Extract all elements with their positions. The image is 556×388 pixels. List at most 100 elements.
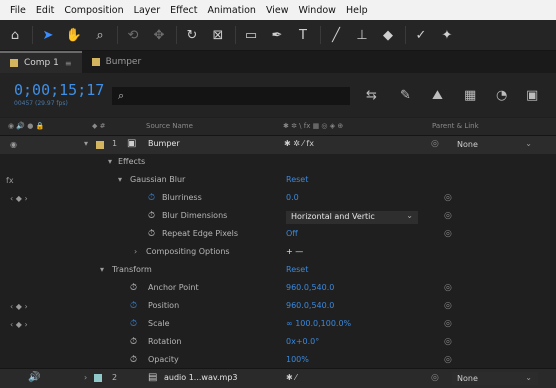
menu-layer[interactable]: Layer [134, 5, 161, 16]
hand-tool-icon[interactable]: ✋ [63, 24, 85, 46]
pick-whip-icon[interactable]: ◎ [444, 283, 452, 293]
layer-label-color[interactable] [94, 374, 102, 382]
effect-fx-icon[interactable]: fx [6, 176, 14, 185]
menu-help[interactable]: Help [346, 5, 368, 16]
draft-3d-icon[interactable]: ✎ [400, 88, 411, 103]
keyframe-navigator-icons[interactable]: ‹ ◆ › [10, 302, 28, 311]
menu-edit[interactable]: Edit [36, 5, 54, 16]
menu-view[interactable]: View [266, 5, 289, 16]
parent-link-column[interactable]: Parent & Link [432, 122, 479, 130]
type-tool-icon[interactable]: T [292, 24, 314, 46]
camera-tool-icon[interactable]: ⊠ [207, 24, 229, 46]
reset-link[interactable]: Reset [286, 265, 308, 274]
clone-stamp-tool-icon[interactable]: ⊥ [351, 24, 373, 46]
rotate-tool-icon[interactable]: ↻ [181, 24, 203, 46]
stopwatch-icon[interactable]: ⏱ [148, 193, 155, 203]
audio-speaker-icon[interactable]: 🔊 [28, 372, 40, 383]
roto-brush-tool-icon[interactable]: ✓ [410, 24, 432, 46]
frame-blending-icon[interactable]: ▦ [464, 88, 476, 103]
menu-file[interactable]: File [10, 5, 26, 16]
expand-twirl-icon[interactable]: ▾ [84, 139, 88, 148]
expand-twirl-icon[interactable]: ▾ [100, 265, 104, 274]
property-value[interactable]: 960.0,540.0 [286, 301, 334, 310]
layer-row-bumper[interactable]: ◉ ▾ 1 ▣ Bumper ✱ ✲ ⁄ fx ◎ None ⌄ [0, 136, 556, 154]
selection-tool-icon[interactable]: ➤ [37, 24, 59, 46]
property-value[interactable]: 960.0,540.0 [286, 283, 334, 292]
pick-whip-icon[interactable]: ◎ [444, 211, 452, 221]
menu-composition[interactable]: Composition [64, 5, 123, 16]
property-value[interactable]: ∞ 100.0,100.0% [286, 319, 351, 328]
search-input[interactable]: ⌕ [112, 87, 350, 105]
property-value[interactable]: 0.0 [286, 193, 299, 202]
layer-name[interactable]: audio 1...wav.mp3 [164, 373, 238, 382]
transform-group-row[interactable]: ▾ Transform Reset [0, 262, 556, 280]
reset-link[interactable]: Reset [286, 175, 308, 184]
property-row-position[interactable]: ‹ ◆ › ⏱ Position 960.0,540.0 ◎ [0, 298, 556, 316]
puppet-pin-tool-icon[interactable]: ✦ [436, 24, 458, 46]
layer-row-audio[interactable]: 🔊 › 2 ▤ audio 1...wav.mp3 ✱ ⁄ ◎ None ⌄ [0, 368, 556, 388]
tab-menu-icon[interactable]: ≡ [65, 59, 72, 68]
property-row-anchor-point[interactable]: ⏱ Anchor Point 960.0,540.0 ◎ [0, 280, 556, 298]
rectangle-tool-icon[interactable]: ▭ [240, 24, 262, 46]
motion-blur-icon[interactable]: ◔ [496, 88, 507, 103]
stopwatch-icon[interactable]: ⏱ [130, 319, 137, 329]
property-value[interactable]: 100% [286, 355, 309, 364]
tab-comp-1[interactable]: Comp 1 ≡ [0, 51, 82, 73]
blur-dimensions-dropdown[interactable]: Horizontal and Vertic ⌄ [286, 211, 418, 224]
expand-twirl-icon[interactable]: ▾ [118, 175, 122, 184]
pick-whip-icon[interactable]: ◎ [444, 193, 452, 203]
add-remove-mask-controls[interactable]: + — [286, 247, 303, 256]
effect-row-gaussian-blur[interactable]: fx ▾ Gaussian Blur Reset [0, 172, 556, 190]
menu-animation[interactable]: Animation [208, 5, 256, 16]
menu-window[interactable]: Window [298, 5, 335, 16]
property-value[interactable]: Off [286, 229, 298, 238]
expand-twirl-icon[interactable]: › [84, 373, 87, 382]
layer-switches-icons[interactable]: ✱ ⁄ [286, 373, 297, 382]
pick-whip-icon[interactable]: ◎ [431, 373, 439, 383]
stopwatch-icon[interactable]: ⏱ [130, 301, 137, 311]
current-time-display[interactable]: 0;00;15;17 [14, 81, 104, 99]
pick-whip-icon[interactable]: ◎ [431, 139, 439, 149]
tab-bumper[interactable]: Bumper [82, 51, 152, 73]
layer-switches-icons[interactable]: ✱ ✲ ⁄ fx [284, 139, 314, 148]
property-row-blurriness[interactable]: ‹ ◆ › ⏱ Blurriness 0.0 ◎ [0, 190, 556, 208]
keyframe-navigator-icons[interactable]: ‹ ◆ › [10, 320, 28, 329]
pick-whip-icon[interactable]: ◎ [444, 337, 452, 347]
menu-effect[interactable]: Effect [170, 5, 197, 16]
shy-layers-icon[interactable]: ⛰ [432, 88, 443, 103]
stopwatch-icon[interactable]: ⏱ [130, 337, 137, 347]
brush-tool-icon[interactable]: ╱ [325, 24, 347, 46]
parent-dropdown[interactable]: None ⌄ [452, 138, 538, 151]
comp-flowchart-icon[interactable]: ⇆ [366, 88, 377, 103]
source-name-column[interactable]: Source Name [146, 122, 193, 130]
effects-group-row[interactable]: ▾ Effects [0, 154, 556, 172]
stopwatch-icon[interactable]: ⏱ [148, 229, 155, 239]
visibility-toggle-icon[interactable]: ◉ [10, 140, 17, 149]
pen-tool-icon[interactable]: ✒ [266, 24, 288, 46]
layer-name[interactable]: Bumper [148, 139, 180, 148]
orbit-tool-icon[interactable]: ⟲ [122, 24, 144, 46]
pick-whip-icon[interactable]: ◎ [444, 355, 452, 365]
pan-behind-tool-icon[interactable]: ✥ [148, 24, 170, 46]
expand-twirl-icon[interactable]: › [134, 247, 137, 256]
parent-dropdown[interactable]: None ⌄ [452, 372, 538, 385]
pick-whip-icon[interactable]: ◎ [444, 229, 452, 239]
stopwatch-icon[interactable]: ⏱ [130, 283, 137, 293]
property-row-rotation[interactable]: ⏱ Rotation 0x+0.0° ◎ [0, 334, 556, 352]
expand-twirl-icon[interactable]: ▾ [108, 157, 112, 166]
compositing-options-row[interactable]: › Compositing Options + — [0, 244, 556, 262]
layer-label-color[interactable] [96, 141, 104, 149]
graph-editor-icon[interactable]: ▣ [526, 88, 538, 103]
keyframe-navigator-icons[interactable]: ‹ ◆ › [10, 194, 28, 203]
stopwatch-icon[interactable]: ⏱ [130, 355, 137, 365]
home-icon[interactable]: ⌂ [4, 24, 26, 46]
zoom-tool-icon[interactable]: ⌕ [89, 24, 111, 46]
property-row-repeat-edge-pixels[interactable]: ⏱ Repeat Edge Pixels Off ◎ [0, 226, 556, 244]
eraser-tool-icon[interactable]: ◆ [377, 24, 399, 46]
property-row-scale[interactable]: ‹ ◆ › ⏱ Scale ∞ 100.0,100.0% ◎ [0, 316, 556, 334]
property-row-blur-dimensions[interactable]: ⏱ Blur Dimensions Horizontal and Vertic ⌄… [0, 208, 556, 226]
stopwatch-icon[interactable]: ⏱ [148, 211, 155, 221]
pick-whip-icon[interactable]: ◎ [444, 319, 452, 329]
property-value[interactable]: 0x+0.0° [286, 337, 319, 346]
pick-whip-icon[interactable]: ◎ [444, 301, 452, 311]
